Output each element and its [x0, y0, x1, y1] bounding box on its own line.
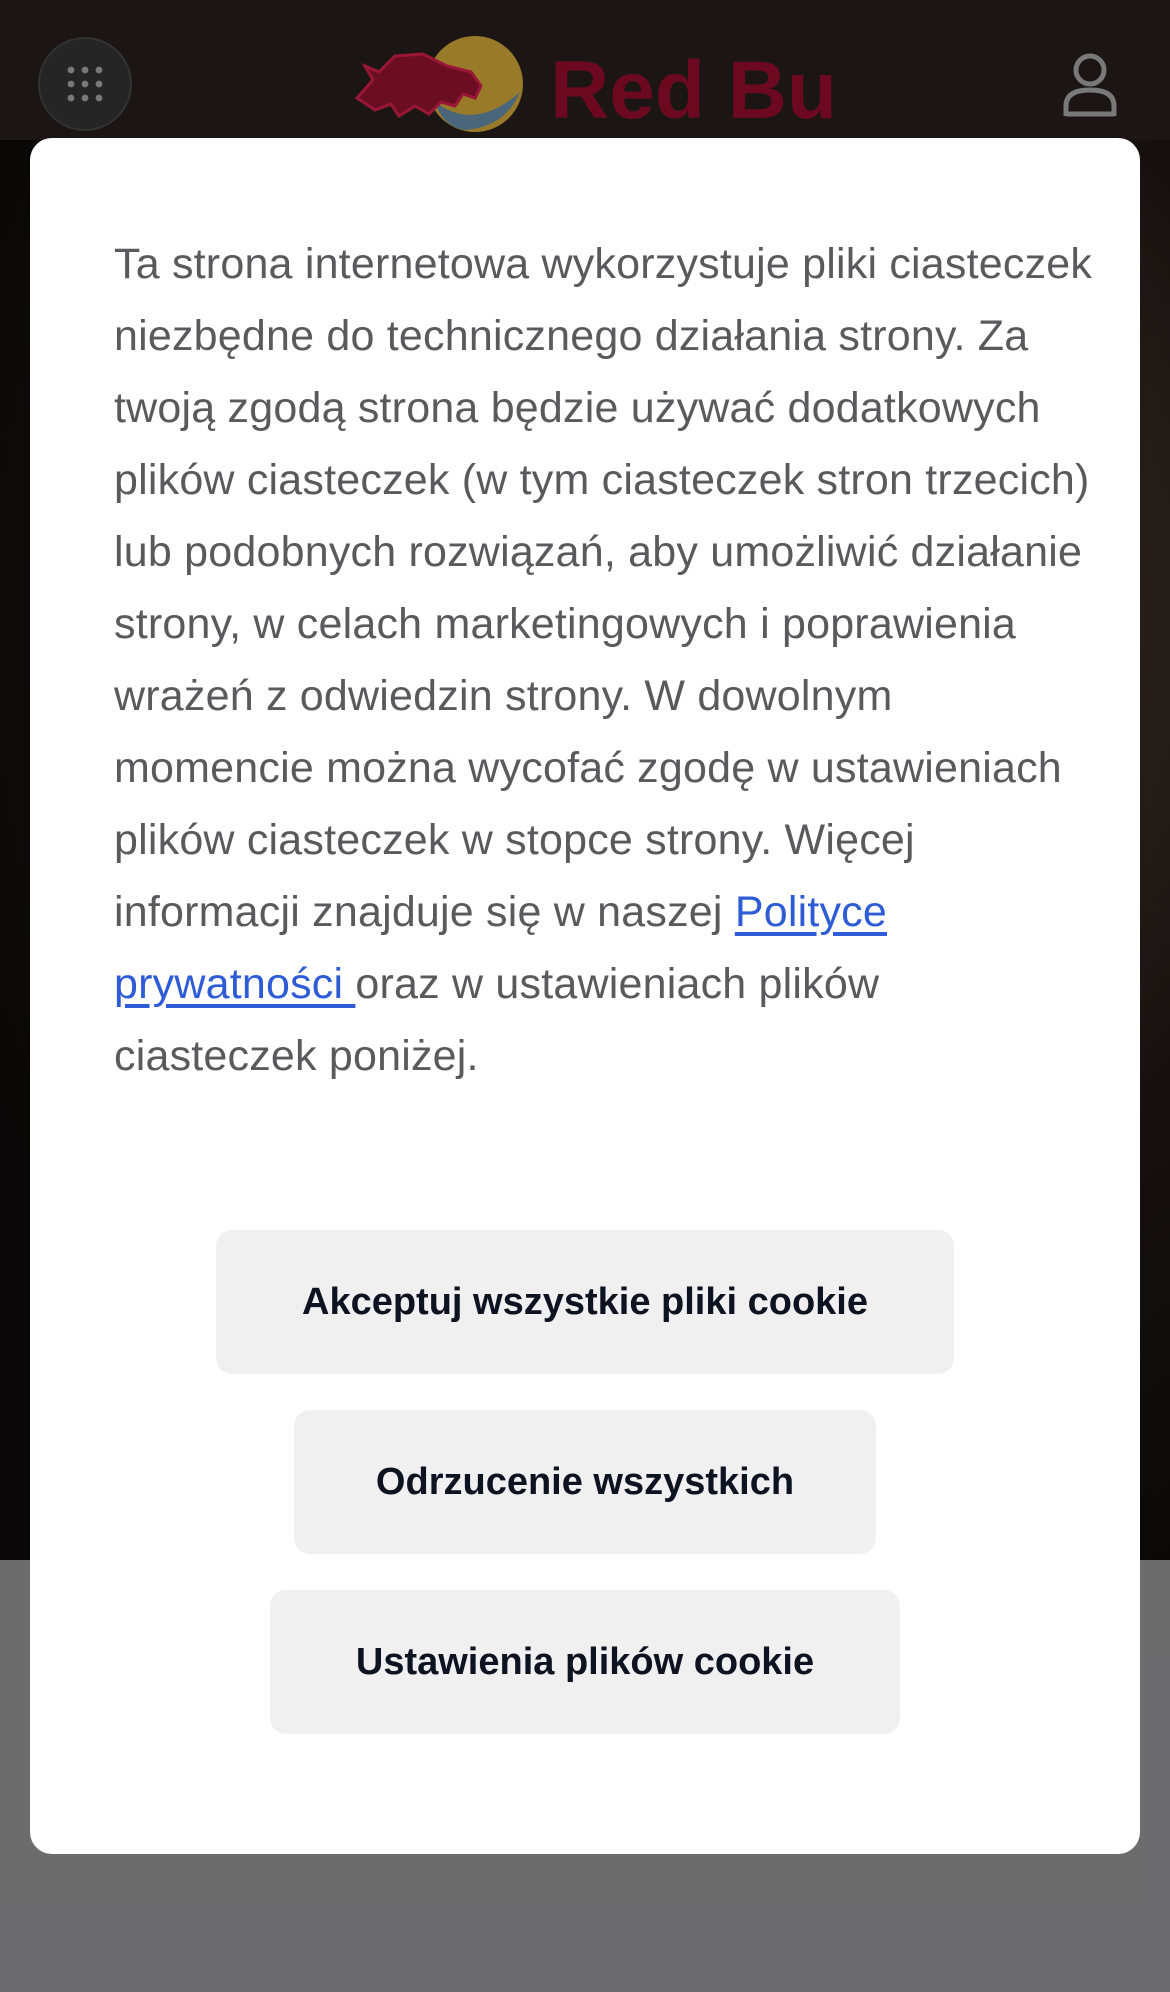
page: Red Bull Ta strona internetowa wykorzyst…	[0, 0, 1170, 1992]
cookie-settings-button[interactable]: Ustawienia plików cookie	[270, 1590, 900, 1734]
consent-message: Ta strona internetowa wykorzystuje pliki…	[114, 228, 1094, 1092]
accept-all-cookies-button[interactable]: Akceptuj wszystkie pliki cookie	[216, 1230, 954, 1374]
reject-all-cookies-button[interactable]: Odrzucenie wszystkich	[294, 1410, 876, 1554]
consent-text-part-1: Ta strona internetowa wykorzystuje pliki…	[114, 240, 1093, 936]
cookie-consent-dialog: Ta strona internetowa wykorzystuje pliki…	[30, 138, 1140, 1854]
